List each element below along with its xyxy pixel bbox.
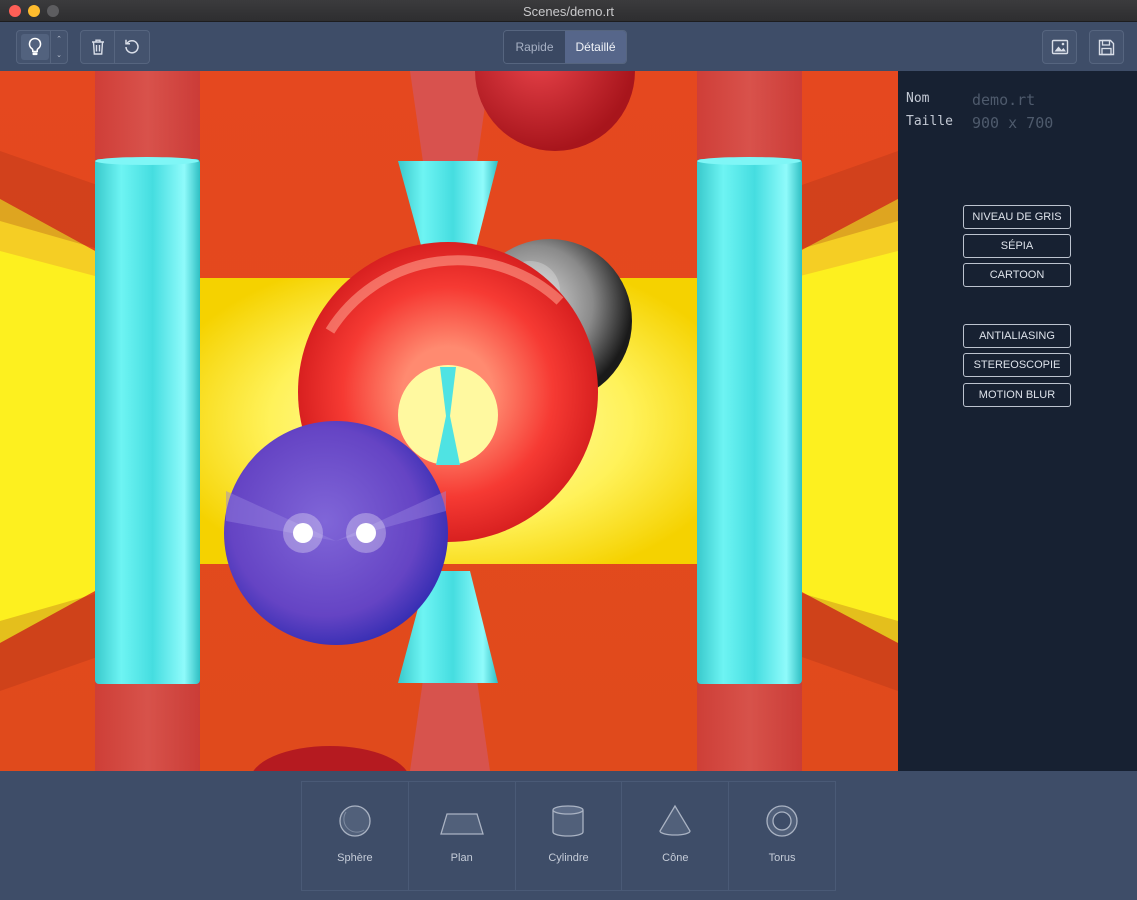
motion-blur-button[interactable]: MOTION BLUR [963, 383, 1071, 407]
stepper-up-icon[interactable]: ⌃ [56, 35, 62, 43]
app-window: Scenes/demo.rt ⌃ ⌄ Rapide Détaillé Nom d… [0, 0, 1137, 900]
save-button[interactable] [1089, 30, 1124, 64]
filter-sepia-button[interactable]: SÉPIA [963, 234, 1071, 258]
cone-icon [659, 804, 691, 836]
sphere-icon [339, 805, 371, 837]
name-label: Nom [906, 91, 930, 106]
scene-info: Nom demo.rt Taille 900 x 700 [906, 91, 1053, 137]
rotate-ccw-icon [125, 39, 139, 54]
cylinder-label: Cylindre [548, 852, 589, 864]
mode-detaille-button[interactable]: Détaillé [565, 31, 626, 63]
size-label: Taille [906, 114, 953, 129]
add-cone-button[interactable]: Cône [622, 782, 730, 890]
light-stepper[interactable]: ⌃ ⌄ [50, 31, 67, 63]
plane-label: Plan [450, 852, 473, 864]
rendered-scene-image [0, 71, 898, 771]
plane-icon [439, 813, 484, 835]
image-icon [1051, 39, 1068, 55]
stepper-down-icon[interactable]: ⌄ [56, 51, 62, 59]
name-value: demo.rt [972, 91, 1036, 109]
delete-button[interactable] [80, 30, 115, 64]
mode-rapide-button[interactable]: Rapide [504, 31, 565, 63]
save-icon [1098, 39, 1115, 55]
add-sphere-button[interactable]: Sphère [302, 782, 409, 890]
sphere-label: Sphère [337, 852, 373, 864]
shape-bar: Sphère Plan Cylindre Cône Torus [0, 771, 1137, 900]
title-bar: Scenes/demo.rt [0, 0, 1137, 22]
toolbar: ⌃ ⌄ Rapide Détaillé [0, 22, 1137, 71]
filter-cartoon-button[interactable]: CARTOON [963, 263, 1071, 287]
lightbulb-button[interactable] [21, 34, 49, 60]
export-image-button[interactable] [1042, 30, 1077, 64]
lightbulb-icon [28, 37, 42, 56]
reset-button[interactable] [115, 30, 150, 64]
render-viewport[interactable] [0, 71, 898, 771]
light-control: ⌃ ⌄ [16, 30, 68, 64]
add-torus-button[interactable]: Torus [729, 782, 835, 890]
torus-label: Torus [768, 852, 796, 864]
antialiasing-button[interactable]: ANTIALIASING [963, 324, 1071, 348]
window-title: Scenes/demo.rt [522, 4, 615, 19]
filter-grayscale-button[interactable]: NIVEAU DE GRIS [963, 205, 1071, 229]
side-panel: Nom demo.rt Taille 900 x 700 NIVEAU DE G… [898, 71, 1137, 771]
add-cylinder-button[interactable]: Cylindre [516, 782, 623, 890]
render-mode-control: Rapide Détaillé [503, 30, 627, 64]
cone-label: Cône [662, 852, 689, 864]
trash-icon [91, 39, 104, 55]
torus-icon [766, 805, 798, 837]
add-plane-button[interactable]: Plan [409, 782, 516, 890]
stereoscopie-button[interactable]: STEREOSCOPIE [963, 353, 1071, 377]
shape-palette: Sphère Plan Cylindre Cône Torus [301, 781, 836, 891]
size-value: 900 x 700 [972, 114, 1054, 132]
cylinder-icon [552, 805, 585, 837]
